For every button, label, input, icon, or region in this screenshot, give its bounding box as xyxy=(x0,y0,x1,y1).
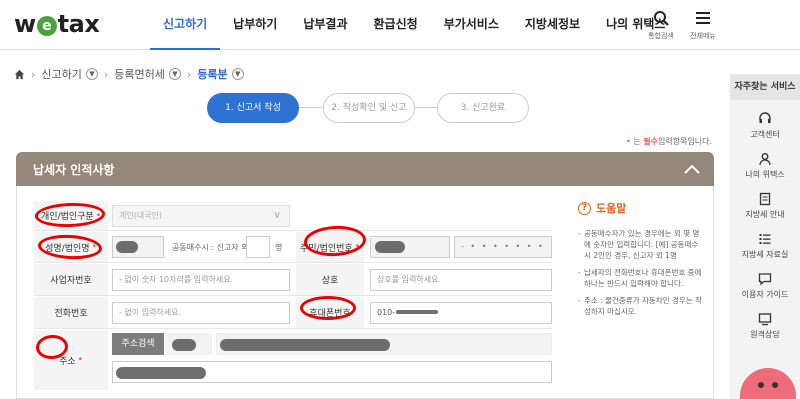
chevron-down-icon[interactable]: ▼ xyxy=(231,68,244,80)
row-business: 사업자번호 - 없이 숫자 10자리를 입력하세요. 상호 상호를 입력하세요. xyxy=(34,264,552,296)
required-mark: • xyxy=(77,355,83,365)
required-note-bold: 필수 xyxy=(643,137,658,146)
phone-label: 전화번호 xyxy=(34,297,108,328)
address-search-button[interactable]: 주소검색 xyxy=(112,333,164,355)
co-owner-input[interactable] xyxy=(246,236,270,258)
chevron-down-icon: ∨ xyxy=(273,210,281,221)
redaction xyxy=(172,339,196,351)
quick-service-sidebar: 자주찾는 서비스 고객센터 나의 위택스 지방세 안내 지방세 자료실 이용자 … xyxy=(730,74,800,399)
search-label: 통합검색 xyxy=(648,32,674,40)
required-note-text2: 입력항목입니다. xyxy=(657,137,712,146)
side-item-user-guide[interactable]: 이용자 가이드 xyxy=(730,272,800,300)
type-select[interactable]: 개인(내국인) ∨ xyxy=(112,205,290,227)
annotation-circle xyxy=(300,296,356,320)
user-icon xyxy=(759,153,771,166)
progress-steps: 1. 신고서 작성 2. 작성확인 및 신고 3. 신고완료 xyxy=(207,93,547,123)
side-item-tax-library[interactable]: 지방세 자료실 xyxy=(730,232,800,260)
headset-icon xyxy=(759,112,771,123)
document-icon xyxy=(759,192,771,206)
redaction xyxy=(396,310,438,314)
biz-number-input[interactable]: - 없이 숫자 10자리를 입력하세요. xyxy=(112,269,290,291)
nav-file-return[interactable]: 신고하기 xyxy=(150,0,221,50)
nav-refund[interactable]: 환급신청 xyxy=(361,0,431,50)
chat-icon xyxy=(758,273,772,286)
help-list: 공동매수자가 있는 경우에는 외 몇 명에 숫자만 입력합니다. [예] 공동매… xyxy=(578,228,702,317)
required-mark: • xyxy=(626,137,631,146)
search-button[interactable]: 통합검색 xyxy=(638,10,684,41)
trade-name-input[interactable]: 상호를 입력하세요. xyxy=(370,269,552,291)
row-address: 주소 • 주소검색 xyxy=(34,330,552,390)
breadcrumb-separator: › xyxy=(103,67,109,81)
help-item: 납세자의 전화번호나 휴대폰번호 중에 하나는 반드시 입력해야 합니다. xyxy=(578,267,702,289)
breadcrumb-item-file-return[interactable]: 신고하기 xyxy=(41,66,81,82)
side-item-label: 지방세 안내 xyxy=(745,210,785,219)
logo-text-e: e xyxy=(36,16,57,36)
nav-extra-services[interactable]: 부가서비스 xyxy=(431,0,512,50)
wetax-logo[interactable]: w e tax xyxy=(14,10,100,38)
redaction xyxy=(116,241,138,253)
section-header[interactable]: 납세자 인적사항 xyxy=(16,152,714,186)
nav-local-tax-info[interactable]: 지방세정보 xyxy=(512,0,593,50)
main-nav: 신고하기 납부하기 납부결과 환급신청 부가서비스 지방세정보 나의 위택스 xyxy=(150,0,678,50)
step-complete: 3. 신고완료 xyxy=(437,93,529,123)
chevron-down-icon[interactable]: ▼ xyxy=(85,68,98,80)
required-note: • 는 필수입력항목입니다. xyxy=(626,136,712,147)
menu-label: 전체메뉴 xyxy=(690,32,716,40)
question-icon: ? xyxy=(578,201,591,215)
redaction xyxy=(116,367,206,379)
side-item-my-wetax[interactable]: 나의 위택스 xyxy=(730,152,800,180)
redaction xyxy=(220,339,390,351)
section-title: 납세자 인적사항 xyxy=(33,163,115,177)
side-item-tax-guide[interactable]: 지방세 안내 xyxy=(730,192,800,220)
search-icon xyxy=(654,11,669,26)
menu-button[interactable]: 전체메뉴 xyxy=(680,10,726,41)
help-title: ? 도움말 xyxy=(578,200,702,216)
mascot-eye xyxy=(758,382,764,388)
side-item-label: 고객센터 xyxy=(750,130,780,139)
redaction xyxy=(375,241,405,253)
hamburger-icon xyxy=(696,12,710,24)
breadcrumb-separator: › xyxy=(31,67,36,81)
logo-text-w: w xyxy=(14,10,36,38)
list-icon xyxy=(759,234,771,244)
chevron-up-icon[interactable] xyxy=(684,163,700,175)
step-write: 1. 신고서 작성 xyxy=(207,93,299,123)
side-item-label: 나의 위택스 xyxy=(745,170,785,179)
side-item-label: 이용자 가이드 xyxy=(741,290,789,299)
biz-label: 사업자번호 xyxy=(34,264,108,295)
help-title-text: 도움말 xyxy=(596,202,627,215)
side-item-remote-support[interactable]: 원격상담 xyxy=(730,312,800,340)
id-back-input[interactable]: - • • • • • • • xyxy=(454,236,552,258)
home-icon[interactable] xyxy=(14,69,25,80)
help-panel: ? 도움말 공동매수자가 있는 경우에는 외 몇 명에 숫자만 입력합니다. [예… xyxy=(578,200,702,323)
row-phone: 전화번호 - 없이 입력하세요. 휴대폰번호 010- xyxy=(34,297,552,329)
step-confirm: 2. 작성확인 및 신고 xyxy=(323,93,415,123)
phone-input[interactable]: - 없이 입력하세요. xyxy=(112,302,290,324)
mobile-value: 010- xyxy=(377,308,396,317)
quick-service-title: 자주찾는 서비스 xyxy=(730,74,800,100)
logo-text-tax: tax xyxy=(57,10,100,38)
chevron-down-icon[interactable]: ▼ xyxy=(168,68,181,80)
help-item: 주소 : 물건중류가 자동차인 경우는 작성하지 마십시오. xyxy=(578,295,702,317)
type-select-value: 개인(내국인) xyxy=(119,211,163,220)
co-owner-unit: 명 xyxy=(275,243,283,252)
mascot-eye xyxy=(772,382,778,388)
monitor-icon xyxy=(758,313,772,326)
breadcrumb-item-registration[interactable]: 등록분 xyxy=(197,66,227,82)
breadcrumb: › 신고하기 ▼ › 등록면허세 ▼ › 등록분 ▼ xyxy=(14,66,244,82)
breadcrumb-item-license-tax[interactable]: 등록면허세 xyxy=(114,66,165,82)
required-note-text: 는 xyxy=(633,137,644,146)
trade-label: 상호 xyxy=(296,264,364,295)
side-item-label: 원격상담 xyxy=(750,330,780,339)
nav-pay[interactable]: 납부하기 xyxy=(220,0,290,50)
co-owner-label: 공동매수시 : 신고자 외 xyxy=(172,243,249,252)
row-type: 개인/법인구분 • 개인(내국인) ∨ xyxy=(34,201,552,231)
side-item-customer-center[interactable]: 고객센터 xyxy=(730,112,800,140)
help-item: 공동매수자가 있는 경우에는 외 몇 명에 숫자만 입력합니다. [예] 공동매… xyxy=(578,228,702,261)
top-header: w e tax 신고하기 납부하기 납부결과 환급신청 부가서비스 지방세정보 나의… xyxy=(0,0,800,50)
side-item-label: 지방세 자료실 xyxy=(741,250,789,259)
breadcrumb-separator: › xyxy=(186,67,192,81)
row-name: 성명/법인명 • 공동매수시 : 신고자 외 명 주민/법인번호 • - • • •… xyxy=(34,232,552,263)
nav-pay-result[interactable]: 납부결과 xyxy=(290,0,360,50)
